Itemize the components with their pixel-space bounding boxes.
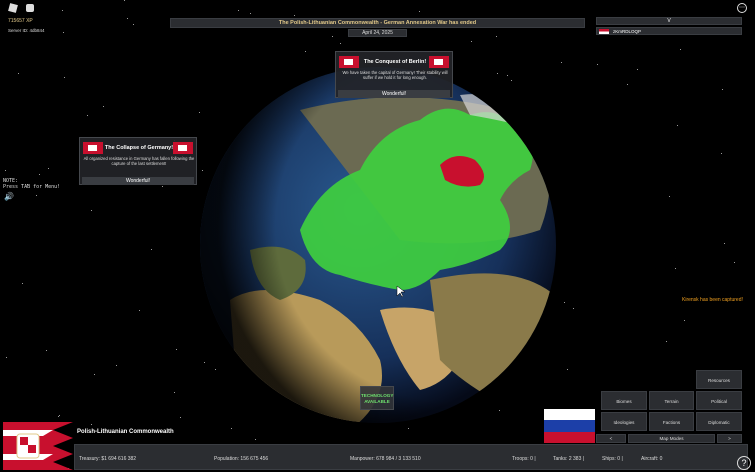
commonwealth-flag-icon	[3, 422, 73, 470]
nation-stats-bar: Treasury: $1 694 616 382 Population: 156…	[74, 444, 748, 470]
target-nation-flag[interactable]	[544, 409, 595, 443]
nation-flag-icon	[429, 56, 449, 68]
map-mode-terrain-button[interactable]: Terrain	[649, 391, 694, 410]
nation-flag-icon	[173, 142, 193, 154]
map-mode-biomes-button[interactable]: Biomes	[601, 391, 647, 410]
player-name: zKmRDLOQP	[613, 29, 642, 34]
map-mode-next-button[interactable]: >	[717, 434, 742, 443]
player-list-header[interactable]: V	[596, 17, 742, 25]
event-title: The Collapse of Germany!	[104, 145, 174, 151]
event-body: All organized resistance in Germany has …	[83, 156, 195, 166]
game-date: April 24, 2025	[348, 29, 407, 37]
help-icon[interactable]: ?	[737, 456, 751, 470]
treasury-stat: Treasury: $1 694 616 382	[79, 456, 137, 462]
map-mode-diplomatic-button[interactable]: Diplomatic	[696, 412, 742, 431]
event-popup-berlin: The Conquest of Berlin! We have taken th…	[335, 51, 453, 98]
player-flag-icon	[599, 29, 609, 34]
nation-flag-icon	[339, 56, 359, 68]
map-mode-prev-button[interactable]: <	[596, 434, 626, 443]
population-stat: Population: 156 675 456	[214, 456, 269, 462]
tanks-stat: Tanks: 2 383 |	[553, 456, 585, 462]
tab-menu-note: NOTE: Press TAB for Menu!	[3, 178, 61, 190]
map-mode-factions-button[interactable]: Factions	[649, 412, 694, 431]
war-ended-banner: The Polish-Lithuanian Commonwealth - Ger…	[170, 18, 585, 28]
server-id: Server ID: 4db844	[8, 28, 45, 33]
speaker-icon[interactable]: 🔊	[4, 193, 14, 201]
nation-name: Polish-Lithuanian Commonwealth	[77, 429, 174, 435]
manpower-stat: Manpower: 678 984 / 3 133 510	[350, 456, 421, 462]
player-list-row[interactable]: zKmRDLOQP	[596, 27, 742, 35]
globe-shade	[200, 67, 556, 423]
player-nation-flag[interactable]	[3, 422, 73, 470]
technology-available-button[interactable]: TECHNOLOGY AVAILABLE	[360, 386, 394, 410]
ships-stat: Ships: 0 |	[602, 456, 623, 462]
tech-line2: AVAILABLE	[364, 399, 390, 404]
xp-counter: 715657 XP	[8, 18, 33, 24]
aircraft-stat: Aircraft: 0	[641, 456, 663, 462]
troops-stat: Troops: 0 |	[512, 456, 536, 462]
map-mode-ideologies-button[interactable]: Ideologies	[601, 412, 647, 431]
nation-flag-icon	[83, 142, 103, 154]
event-confirm-button[interactable]: Wonderful!	[338, 90, 450, 98]
banner-headline: The Polish-Lithuanian Commonwealth - Ger…	[278, 20, 477, 26]
menu-icon[interactable]: ⋯	[737, 3, 747, 13]
event-confirm-button[interactable]: Wonderful!	[82, 177, 194, 185]
map-mode-resources-button[interactable]: Resources	[696, 370, 742, 389]
event-title: The Conquest of Berlin!	[363, 59, 427, 65]
event-popup-germany-collapse: The Collapse of Germany! All organized r…	[79, 137, 197, 185]
chat-icon[interactable]	[26, 4, 34, 12]
note-text: Press TAB for Menu!	[3, 183, 61, 190]
capture-notification: Kirensk has been captured!	[682, 297, 743, 303]
map-modes-label: Map Modes	[628, 434, 715, 443]
map-mode-political-button[interactable]: Political	[696, 391, 742, 410]
event-body: We have taken the capital of Germany! Th…	[342, 70, 448, 80]
